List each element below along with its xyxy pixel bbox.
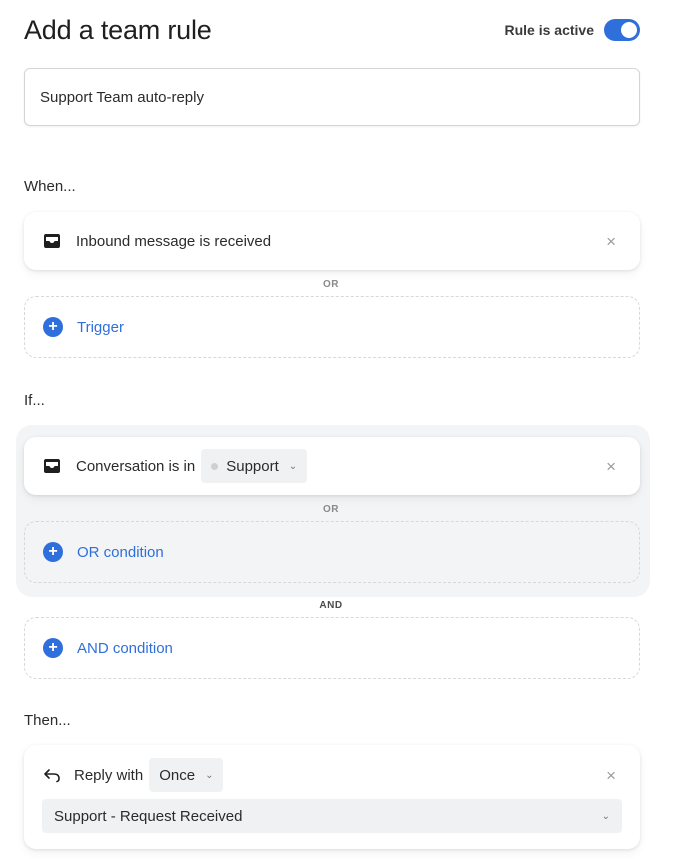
team-color-dot bbox=[211, 462, 219, 470]
if-or-divider: OR bbox=[323, 504, 339, 515]
remove-condition-icon[interactable]: × bbox=[606, 458, 616, 475]
rule-name-input[interactable] bbox=[24, 68, 640, 126]
page-title: Add a team rule bbox=[24, 14, 212, 45]
condition-value-dropdown[interactable]: Support ⌄ bbox=[201, 449, 308, 483]
remove-action-icon[interactable]: × bbox=[606, 767, 616, 784]
plus-circle-icon: + bbox=[43, 542, 63, 562]
rule-active-label: Rule is active bbox=[504, 22, 595, 38]
header: Add a team rule Rule is active bbox=[24, 10, 640, 50]
frequency-dropdown[interactable]: Once ⌄ bbox=[149, 758, 224, 792]
add-and-condition-button[interactable]: + AND condition bbox=[24, 617, 640, 679]
reply-template-value: Support - Request Received bbox=[54, 807, 243, 825]
add-or-condition-label: OR condition bbox=[77, 543, 164, 561]
remove-trigger-icon[interactable]: × bbox=[606, 233, 616, 250]
when-section-label: When... bbox=[24, 178, 76, 195]
when-or-divider: OR bbox=[323, 279, 339, 290]
trigger-text: Inbound message is received bbox=[76, 232, 272, 250]
and-divider: AND bbox=[319, 600, 343, 611]
condition-value: Support bbox=[226, 457, 279, 475]
action-card: Reply with Once ⌄ × Support - Request Re… bbox=[24, 745, 640, 849]
plus-circle-icon: + bbox=[43, 317, 63, 337]
action-row: Reply with Once ⌄ × bbox=[42, 758, 622, 792]
reply-icon bbox=[44, 769, 60, 783]
chevron-down-icon: ⌄ bbox=[205, 769, 214, 781]
then-section-label: Then... bbox=[24, 712, 71, 729]
action-text: Reply with bbox=[74, 766, 144, 784]
chevron-down-icon: ⌄ bbox=[601, 810, 610, 822]
add-trigger-label: Trigger bbox=[77, 318, 124, 336]
team-rule-page: Add a team rule Rule is active When... I… bbox=[0, 0, 700, 859]
add-trigger-button[interactable]: + Trigger bbox=[24, 296, 640, 358]
if-section-label: If... bbox=[24, 392, 45, 409]
toggle-knob bbox=[621, 22, 637, 38]
inbox-icon bbox=[44, 234, 60, 248]
add-or-condition-button[interactable]: + OR condition bbox=[24, 521, 640, 583]
frequency-value: Once bbox=[159, 766, 196, 784]
add-and-condition-label: AND condition bbox=[77, 639, 173, 657]
trigger-card[interactable]: Inbound message is received × bbox=[24, 212, 640, 270]
plus-circle-icon: + bbox=[43, 638, 63, 658]
condition-text: Conversation is in bbox=[76, 457, 196, 475]
rule-active-control: Rule is active bbox=[504, 19, 640, 41]
reply-template-dropdown[interactable]: Support - Request Received ⌄ bbox=[42, 799, 622, 833]
chevron-down-icon: ⌄ bbox=[288, 460, 298, 472]
condition-card: Conversation is in Support ⌄ × bbox=[24, 437, 640, 495]
inbox-icon bbox=[44, 459, 60, 473]
rule-active-toggle[interactable] bbox=[604, 19, 640, 41]
